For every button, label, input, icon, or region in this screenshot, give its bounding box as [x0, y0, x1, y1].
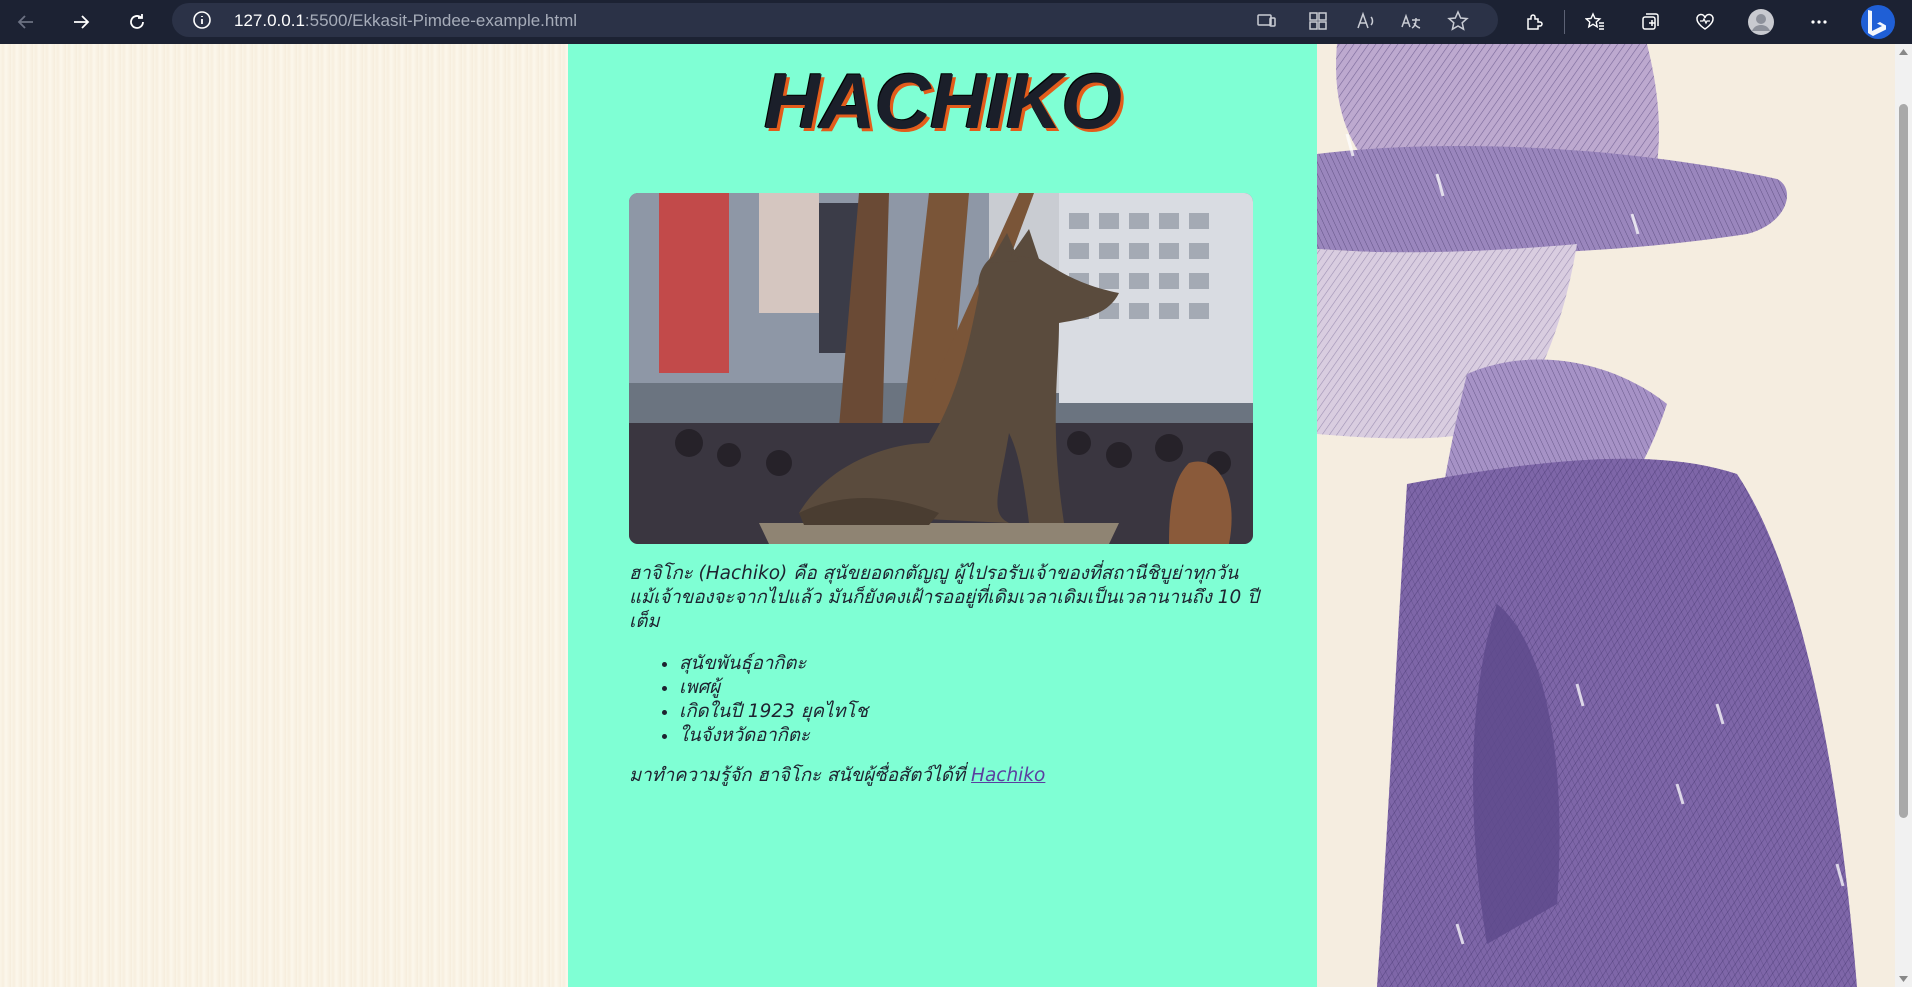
site-logo: HACHIKO: [764, 57, 1122, 145]
background-illustration: [1317, 44, 1895, 987]
favorites-button[interactable]: [1577, 4, 1613, 40]
bing-icon: [1861, 5, 1895, 39]
refresh-button[interactable]: [119, 4, 155, 40]
device-icon: [1257, 14, 1276, 27]
address-url[interactable]: 127.0.0.1:5500/Ekkasit-Pimdee-example.ht…: [234, 11, 577, 31]
hachiko-statue-image: [629, 193, 1253, 544]
collections-button[interactable]: [1632, 4, 1668, 40]
extensions-icon: [1527, 14, 1543, 30]
hachiko-link[interactable]: Hachiko: [971, 765, 1045, 786]
apps-icon: [1309, 12, 1327, 30]
favorites-icon: [1585, 12, 1604, 30]
more-icon: [1811, 20, 1827, 24]
forward-button[interactable]: [63, 4, 99, 40]
more-button[interactable]: [1801, 4, 1837, 40]
outro-paragraph: มาทำความรู้จัก ฮาจิโกะ สนัขผู้ซื่อสัตว์ไ…: [629, 764, 1045, 788]
favorite-button[interactable]: [1447, 10, 1469, 32]
scroll-up-icon[interactable]: [1899, 48, 1908, 56]
hachiko-statue-photo: [629, 193, 1253, 544]
browser-essentials-icon: [1696, 13, 1714, 30]
browser-toolbar: 127.0.0.1:5500/Ekkasit-Pimdee-example.ht…: [0, 0, 1912, 44]
address-bar[interactable]: 127.0.0.1:5500/Ekkasit-Pimdee-example.ht…: [172, 3, 1498, 37]
list-item: ในจังหวัดอากิตะ: [679, 724, 868, 748]
scroll-down-icon[interactable]: [1899, 975, 1908, 983]
profile-icon: [1748, 9, 1774, 35]
apps-button[interactable]: [1307, 10, 1329, 32]
man-in-hat-illustration: [1317, 44, 1857, 987]
collections-icon: [1642, 13, 1659, 30]
translate-icon: [1401, 13, 1421, 29]
translate-button[interactable]: [1400, 10, 1422, 32]
url-path: :5500/Ekkasit-Pimdee-example.html: [304, 11, 578, 30]
extensions-button[interactable]: [1516, 4, 1552, 40]
page-viewport: HACHIKO ฮาจิโกะ (Hachiko) คือ สุนัขยอดกต…: [0, 44, 1895, 987]
vertical-scrollbar[interactable]: [1895, 44, 1912, 987]
back-icon: [17, 15, 33, 29]
device-button[interactable]: [1255, 10, 1277, 32]
profile-button[interactable]: [1743, 4, 1779, 40]
read-aloud-button[interactable]: [1355, 10, 1377, 32]
forward-icon: [74, 15, 90, 29]
list-item: สุนัขพันธุ์อากิตะ: [679, 652, 868, 676]
main-content: HACHIKO ฮาจิโกะ (Hachiko) คือ สุนัขยอดกต…: [568, 44, 1317, 987]
background-texture: [0, 44, 568, 987]
scrollbar-thumb[interactable]: [1899, 104, 1908, 818]
list-item: เพศผู้: [679, 676, 868, 700]
list-item: เกิดในปี 1923 ยุคไทโช: [679, 700, 868, 724]
browser-essentials-button[interactable]: [1687, 4, 1723, 40]
url-host: 127.0.0.1: [234, 11, 305, 30]
refresh-icon: [130, 14, 144, 29]
hachiko-description: ฮาจิโกะ (Hachiko) คือ สุนัขยอดกตัญญู ผู้…: [629, 563, 1259, 632]
info-icon[interactable]: [192, 10, 212, 30]
toolbar-divider: [1564, 10, 1565, 34]
outro-text: มาทำความรู้จัก ฮาจิโกะ สนัขผู้ซื่อสัตว์ไ…: [629, 765, 972, 786]
bing-button[interactable]: [1858, 2, 1898, 42]
read-aloud-icon: [1357, 11, 1374, 29]
favorite-star-icon: [1447, 10, 1469, 31]
back-button[interactable]: [8, 4, 44, 40]
hachiko-facts-list: สุนัขพันธุ์อากิตะ เพศผู้ เกิดในปี 1923 ย…: [679, 652, 868, 748]
